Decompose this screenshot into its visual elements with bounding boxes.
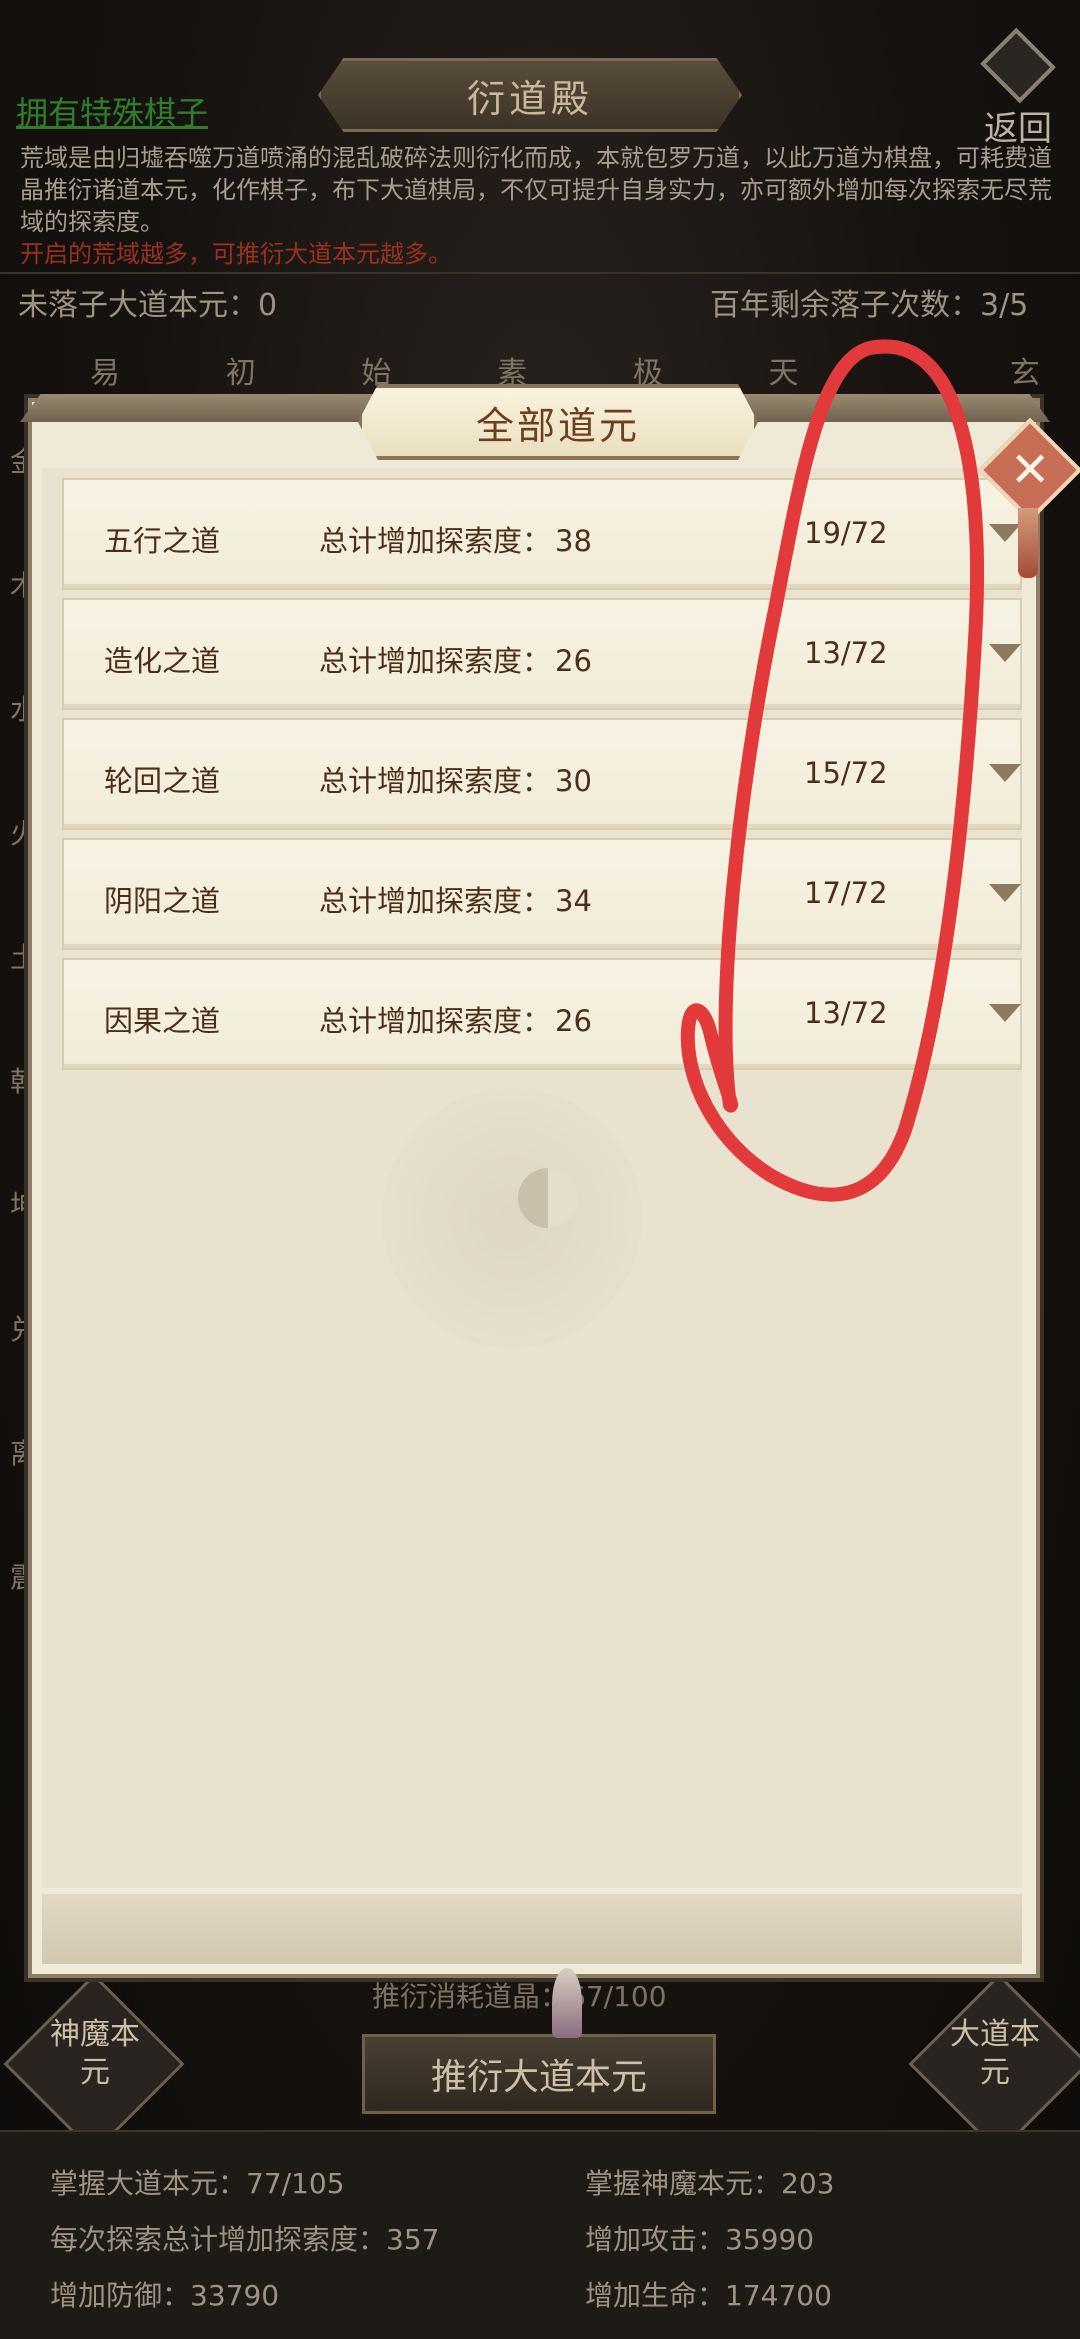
dao-name: 阴阳之道 — [104, 884, 221, 918]
stat-explore-bonus: 每次探索总计增加探索度：357 — [50, 2223, 440, 2256]
stats-panel: 掌握大道本元：77/105 掌握神魔本元：203 每次探索总计增加探索度：357… — [0, 2130, 1080, 2339]
tassel-icon — [1018, 508, 1038, 578]
stat-attack: 增加攻击：35990 — [585, 2223, 815, 2256]
bonus-label: 总计增加探索度： — [319, 884, 552, 918]
dao-row[interactable]: 因果之道 总计增加探索度： 26 13/72 — [62, 958, 1022, 1070]
stat-life: 增加生命：174700 — [585, 2279, 832, 2312]
demon-origin-label: 神魔本元 — [50, 2017, 140, 2090]
push-dao-button[interactable]: 推衍大道本元 — [362, 2034, 716, 2114]
dao-row[interactable]: 五行之道 总计增加探索度： 38 19/72 — [62, 478, 1022, 590]
expand-arrow-icon[interactable] — [989, 1004, 1021, 1022]
modal-title: 全部道元 — [358, 384, 758, 460]
yinyang-watermark-icon — [382, 1088, 642, 1348]
intro-body: 荒域是由归墟吞噬万道喷涌的混乱破碎法则衍化而成，本就包罗万道，以此万道为棋盘，可… — [20, 144, 1052, 236]
dao-progress: 19/72 — [804, 516, 888, 550]
dao-name: 造化之道 — [104, 644, 221, 678]
dao-bonus: 总计增加探索度： 26 — [319, 638, 592, 680]
remaining-count: 百年剩余落子次数：3/5 — [710, 288, 1029, 323]
bonus-value: 34 — [555, 884, 592, 918]
expand-arrow-icon[interactable] — [989, 764, 1021, 782]
dao-name: 五行之道 — [104, 524, 221, 558]
dao-bonus: 总计增加探索度： 38 — [319, 518, 592, 560]
bonus-label: 总计增加探索度： — [319, 524, 552, 558]
bell-pendant-icon — [552, 1968, 582, 2038]
bonus-value: 30 — [555, 764, 592, 798]
column-header: 玄 — [1009, 356, 1040, 391]
special-pieces-link[interactable]: 拥有特殊棋子 — [16, 88, 208, 134]
page-title: 衍道殿 — [318, 58, 742, 132]
dao-bonus: 总计增加探索度： 26 — [319, 998, 592, 1040]
stat-mastered-demon: 掌握神魔本元：203 — [585, 2167, 835, 2200]
bonus-label: 总计增加探索度： — [319, 1004, 552, 1038]
stat-mastered-dao: 掌握大道本元：77/105 — [50, 2167, 345, 2200]
column-header: 易 — [90, 356, 120, 391]
expand-arrow-icon[interactable] — [989, 524, 1021, 542]
dao-row[interactable]: 造化之道 总计增加探索度： 26 13/72 — [62, 598, 1022, 710]
expand-arrow-icon[interactable] — [989, 884, 1021, 902]
divider — [0, 272, 1080, 274]
expand-arrow-icon[interactable] — [989, 644, 1021, 662]
intro-text: 荒域是由归墟吞噬万道喷涌的混乱破碎法则衍化而成，本就包罗万道，以此万道为棋盘，可… — [20, 142, 1065, 270]
dao-name: 因果之道 — [104, 1004, 221, 1038]
dao-row[interactable]: 阴阳之道 总计增加探索度： 34 17/72 — [62, 838, 1022, 950]
stat-defense: 增加防御：33790 — [50, 2279, 280, 2312]
return-icon — [980, 27, 1056, 104]
dao-progress: 13/72 — [804, 996, 888, 1030]
dao-list[interactable]: 五行之道 总计增加探索度： 38 19/72 造化之道 总计增加探索度： 26 13… — [42, 468, 1022, 1888]
intro-note: 开启的荒域越多，可推衍大道本元越多。 — [20, 240, 452, 268]
dao-bonus: 总计增加探索度： 34 — [319, 878, 592, 920]
bonus-value: 26 — [555, 644, 592, 678]
dao-bonus: 总计增加探索度： 30 — [319, 758, 592, 800]
close-x-icon: ✕ — [1009, 442, 1051, 498]
bonus-label: 总计增加探索度： — [319, 764, 552, 798]
dao-progress: 17/72 — [804, 876, 888, 910]
taiji-icon — [518, 1168, 578, 1228]
dao-origin-label: 大道本元 — [950, 2017, 1040, 2090]
bonus-label: 总计增加探索度： — [319, 644, 552, 678]
column-header: 初 — [225, 356, 256, 391]
dao-progress: 15/72 — [804, 756, 888, 790]
all-dao-modal: 五行之道 总计增加探索度： 38 19/72 造化之道 总计增加探索度： 26 13… — [20, 384, 1080, 2038]
bonus-value: 26 — [555, 1004, 592, 1038]
dao-name: 轮回之道 — [104, 764, 221, 798]
bonus-value: 38 — [555, 524, 592, 558]
unplaced-count: 未落子大道本元：0 — [18, 288, 278, 323]
column-header: 天 — [768, 356, 799, 391]
dao-row[interactable]: 轮回之道 总计增加探索度： 30 15/72 — [62, 718, 1022, 830]
return-button[interactable]: 返回 — [970, 27, 1066, 150]
modal-bottom-scroll — [42, 1894, 1022, 1964]
dao-progress: 13/72 — [804, 636, 888, 670]
push-cost-info: 推衍消耗道晶：67/100 — [372, 1980, 667, 2013]
